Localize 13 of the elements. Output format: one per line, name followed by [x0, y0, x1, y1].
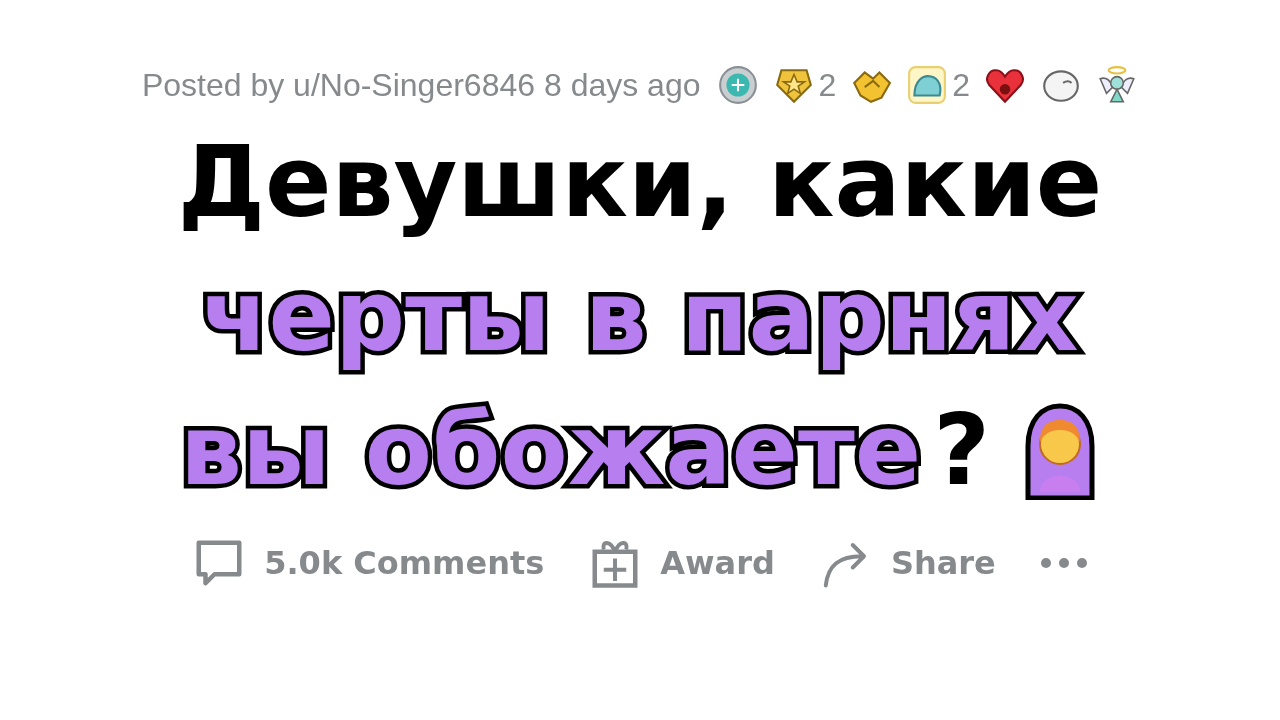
award-button[interactable]: Award [588, 536, 775, 590]
medal-icon [716, 64, 759, 106]
comments-button[interactable]: 5.0k Comments [192, 536, 545, 590]
title-text: ? [932, 392, 992, 510]
award-count: 2 [818, 66, 837, 105]
post-byline: Posted by u/No-Singer6846 8 days ago [141, 66, 701, 105]
award-count: 2 [952, 66, 971, 105]
blob-icon [906, 64, 949, 106]
more-icon[interactable] [1039, 557, 1088, 569]
title-text: черты в парнях [200, 258, 1080, 376]
title-text: вы обожаете [178, 392, 923, 510]
share-button[interactable]: Share [818, 536, 996, 590]
title-text: Девушки, какие [176, 124, 1104, 242]
